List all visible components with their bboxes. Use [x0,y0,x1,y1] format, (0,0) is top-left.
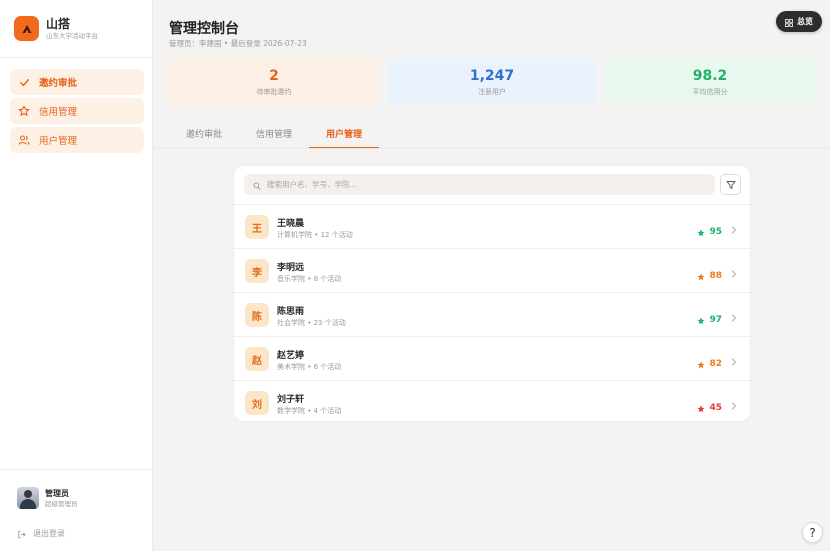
stat-value: 98.2 [692,67,728,84]
search-input[interactable] [267,180,687,189]
chevron-right-icon[interactable] [730,353,738,366]
stat-label: 平均信用分 [692,87,728,96]
table-row[interactable]: 王王晓晨计算机学院 • 12 个活动 95 [234,204,750,248]
star-icon [697,354,706,373]
star-icon [697,266,706,285]
logout-button[interactable]: 退出登录 [17,524,65,543]
check-icon [18,76,30,88]
sidebar-item-label: 邀约审批 [39,78,78,89]
logout-label: 退出登录 [33,529,65,538]
sidebar-nav: 邀约审批 信用管理 用户管理 [10,69,144,156]
user-name: 陈思雨 [277,307,305,317]
user-meta: 计算机学院 • 12 个活动 [277,231,353,239]
credit-score: 88 [697,266,722,285]
table-row[interactable]: 赵赵艺婷美术学院 • 6 个活动 82 [234,336,750,380]
user-meta: 数学学院 • 4 个活动 [277,407,342,415]
score-value: 45 [709,402,722,413]
stat-value: 2 [269,67,279,84]
avatar: 李 [245,259,269,283]
avatar: 赵 [245,347,269,371]
help-button[interactable]: ? [802,522,823,543]
sidebar-item-users[interactable]: 用户管理 [10,127,144,153]
user-name: 赵艺婷 [277,351,305,361]
user-meta: 音乐学院 • 8 个活动 [277,275,342,283]
search-box[interactable] [244,174,715,195]
star-icon [697,398,706,417]
sidebar-item-label: 信用管理 [39,107,78,118]
brand-logo-icon [14,16,39,41]
overview-button[interactable]: 总览 [776,11,822,32]
table-row[interactable]: 李李明远音乐学院 • 8 个活动 88 [234,248,750,292]
stat-value: 1,247 [469,67,515,84]
user-list: 王王晓晨计算机学院 • 12 个活动 95 李李明远音乐学院 • 8 个活动 88 陈陈… [234,204,750,421]
score-value: 95 [709,226,722,237]
avatar: 王 [245,215,269,239]
chevron-right-icon[interactable] [730,221,738,234]
avatar: 陈 [245,303,269,327]
star-icon [697,222,706,241]
star-icon [697,310,706,329]
score-value: 82 [709,358,722,369]
sidebar-divider [0,469,152,470]
brand-name: 山搭 [46,16,71,31]
avatar [17,487,39,509]
credit-score: 45 [697,398,722,417]
users-icon [18,134,30,146]
tab-invite-approval[interactable]: 邀约审批 [169,118,239,148]
credit-score: 97 [697,310,722,329]
profile-role: 超级管理员 [45,499,78,508]
score-value: 88 [709,270,722,281]
grid-icon [785,12,793,31]
sidebar-item-invite-approval[interactable]: 邀约审批 [10,69,144,95]
table-row[interactable]: 陈陈思雨社会学院 • 23 个活动 97 [234,292,750,336]
brand-subtitle: 山东大学活动平台 [46,31,98,40]
stat-card-credit: 98.2 平均信用分 [605,58,815,105]
star-icon [18,105,30,117]
chevron-right-icon[interactable] [730,397,738,410]
score-value: 97 [709,314,722,325]
page-subtitle: 管理员：李建国 • 最后登录 2026-07-23 [169,39,307,48]
filter-button[interactable] [720,174,741,195]
tabs-divider [153,148,830,149]
sidebar: 山搭 山东大学活动平台 邀约审批 信用管理 用户管理 管理员 超级管理员 退出登… [0,0,153,551]
overview-label: 总览 [797,17,813,26]
brand[interactable]: 山搭 山东大学活动平台 [14,16,98,41]
sidebar-item-credit[interactable]: 信用管理 [10,98,144,124]
credit-score: 95 [697,222,722,241]
filter-icon [726,175,736,194]
user-name: 王晓晨 [277,219,305,229]
stat-card-users: 1,247 注册用户 [387,58,597,105]
sidebar-divider [0,57,152,58]
tab-users[interactable]: 用户管理 [309,118,379,149]
stat-card-pending: 2 待审批邀约 [169,58,379,105]
user-meta: 美术学院 • 6 个活动 [277,363,342,371]
tab-credit[interactable]: 信用管理 [239,118,309,148]
user-name: 刘子轩 [277,395,305,405]
page-title: 管理控制台 [169,21,239,37]
stat-label: 注册用户 [478,87,506,96]
user-name: 李明远 [277,263,305,273]
credit-score: 82 [697,354,722,373]
chevron-right-icon[interactable] [730,309,738,322]
tab-bar: 邀约审批 信用管理 用户管理 [169,118,379,149]
chevron-right-icon[interactable] [730,265,738,278]
table-row[interactable]: 刘刘子轩数学学院 • 4 个活动 45 [234,380,750,421]
admin-profile[interactable]: 管理员 超级管理员 [17,487,78,509]
profile-name: 管理员 [45,488,69,498]
logout-icon [17,524,26,543]
stat-label: 待审批邀约 [256,87,292,96]
avatar: 刘 [245,391,269,415]
search-icon [253,175,261,194]
sidebar-item-label: 用户管理 [39,136,78,147]
user-meta: 社会学院 • 23 个活动 [277,319,346,327]
user-panel: 王王晓晨计算机学院 • 12 个活动 95 李李明远音乐学院 • 8 个活动 88 陈陈… [233,165,751,422]
